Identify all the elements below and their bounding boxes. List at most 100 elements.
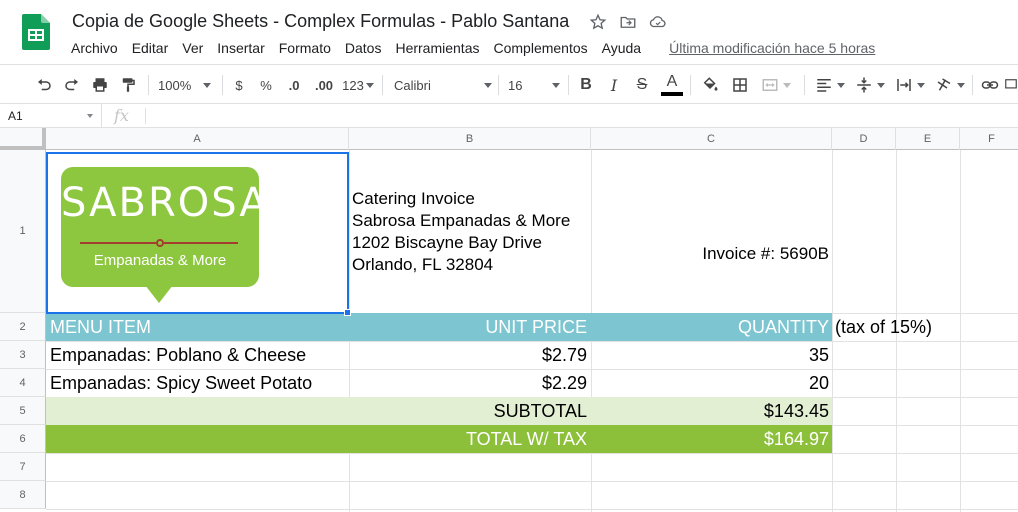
select-all-corner[interactable] (0, 128, 46, 150)
merge-cells-button[interactable] (756, 71, 796, 99)
decrease-decimal-button[interactable]: .0 (282, 71, 306, 99)
row-header-7[interactable]: 7 (0, 453, 46, 481)
increase-decimal-button[interactable]: .00 (310, 71, 338, 99)
formula-bar-separator (145, 108, 146, 124)
zoom-select[interactable]: 100% (158, 71, 216, 99)
row-header-4[interactable]: 4 (0, 369, 46, 397)
row-header-1[interactable]: 1 (0, 150, 46, 313)
total-value[interactable]: $164.97 (591, 425, 829, 453)
strikethrough-button[interactable]: S (632, 71, 652, 99)
column-header-f[interactable]: F (960, 128, 1018, 150)
header-menu-item[interactable]: MENU ITEM (50, 313, 340, 341)
row-header-2[interactable]: 2 (0, 313, 46, 341)
cell-reference: A1 (8, 109, 23, 123)
logo-tagline: Empanadas & More (93, 252, 227, 269)
print-icon (93, 78, 107, 92)
formula-input[interactable] (152, 104, 1012, 128)
print-button[interactable] (88, 71, 112, 99)
more-formats-label: 123 (342, 77, 364, 93)
chevron-down-icon (877, 82, 885, 88)
logo-divider (164, 242, 238, 244)
font-size-select[interactable]: 16 (508, 71, 560, 99)
undo-button[interactable] (32, 71, 56, 99)
gridline (46, 509, 1018, 510)
header-quantity[interactable]: QUANTITY (591, 313, 829, 341)
tax-note-cell[interactable]: (tax of 15%) (835, 313, 995, 341)
price-cell[interactable]: $2.79 (349, 341, 587, 369)
italic-button[interactable]: I (604, 71, 624, 99)
menu-herramientas[interactable]: Herramientas (388, 38, 486, 58)
item-cell[interactable]: Empanadas: Spicy Sweet Potato (50, 369, 345, 397)
document-title[interactable]: Copia de Google Sheets - Complex Formula… (72, 11, 569, 32)
vertical-align-icon (857, 77, 871, 93)
text-rotation-button[interactable] (932, 71, 968, 99)
gridline (46, 453, 1018, 454)
city-line: Orlando, FL 32804 (352, 255, 494, 274)
row-header-8[interactable]: 8 (0, 481, 46, 509)
text-wrapping-button[interactable] (892, 71, 928, 99)
menu-formato[interactable]: Formato (272, 38, 338, 58)
subtotal-label[interactable]: SUBTOTAL (349, 397, 587, 425)
invoice-number-cell[interactable]: Invoice #: 5690B (591, 243, 829, 265)
insert-link-button[interactable] (978, 71, 1002, 99)
italic-label: I (610, 75, 618, 95)
horizontal-align-button[interactable] (812, 71, 848, 99)
invoice-header-cell[interactable]: Catering Invoice Sabrosa Empanadas & Mor… (352, 188, 570, 276)
fill-color-button[interactable] (698, 71, 722, 99)
price-cell[interactable]: $2.29 (349, 369, 587, 397)
formula-bar: A1 fx (0, 104, 1018, 128)
text-wrapping-icon (897, 79, 911, 91)
star-icon[interactable] (588, 12, 608, 32)
decrease-decimal-label: .0 (288, 77, 300, 93)
currency-format-button[interactable]: $ (230, 71, 248, 99)
name-box[interactable]: A1 (0, 104, 102, 128)
menu-archivo[interactable]: Archivo (64, 38, 125, 58)
subtotal-value[interactable]: $143.45 (591, 397, 829, 425)
last-edit-link[interactable]: Última modificación hace 5 horas (662, 38, 882, 58)
redo-button[interactable] (60, 71, 84, 99)
total-label[interactable]: TOTAL W/ TAX (349, 425, 587, 453)
paint-format-button[interactable] (116, 71, 140, 99)
item-cell[interactable]: Empanadas: Poblano & Cheese (50, 341, 345, 369)
percent-format-button[interactable]: % (256, 71, 276, 99)
row-header-3[interactable]: 3 (0, 341, 46, 369)
fill-color-icon (703, 77, 718, 91)
column-header-e[interactable]: E (896, 128, 960, 150)
toolbar-separator (498, 75, 499, 95)
text-rotation-icon (937, 78, 951, 91)
row-header-5[interactable]: 5 (0, 397, 46, 425)
column-header-d[interactable]: D (832, 128, 896, 150)
text-color-button[interactable]: A (660, 71, 684, 99)
cloud-status-icon[interactable] (648, 12, 668, 32)
move-to-folder-icon[interactable] (618, 12, 638, 32)
font-family-select[interactable]: Calibri (394, 71, 492, 99)
logo-wordmark: SABROSA (61, 180, 269, 226)
quantity-cell[interactable]: 35 (591, 341, 829, 369)
column-header-a[interactable]: A (46, 128, 349, 150)
fx-icon: fx (114, 106, 129, 125)
insert-comment-button[interactable] (1004, 71, 1018, 99)
column-header-c[interactable]: C (591, 128, 832, 150)
sheets-logo-icon[interactable] (22, 14, 50, 50)
menu-editar[interactable]: Editar (125, 38, 176, 58)
bold-button[interactable]: B (576, 71, 596, 99)
menu-datos[interactable]: Datos (338, 38, 389, 58)
vertical-align-button[interactable] (852, 71, 888, 99)
fill-handle[interactable] (344, 309, 351, 316)
undo-icon (38, 79, 51, 91)
row-header-6[interactable]: 6 (0, 425, 46, 453)
quantity-cell[interactable]: 20 (591, 369, 829, 397)
menu-insertar[interactable]: Insertar (210, 38, 271, 58)
borders-button[interactable] (728, 71, 752, 99)
chevron-down-icon (552, 82, 560, 88)
more-formats-button[interactable]: 123 (340, 71, 376, 99)
borders-icon (733, 78, 747, 92)
header-unit-price[interactable]: UNIT PRICE (349, 313, 587, 341)
menu-complementos[interactable]: Complementos (486, 38, 594, 58)
menu-ayuda[interactable]: Ayuda (595, 38, 648, 58)
logo-divider-dot (156, 239, 164, 247)
column-header-b[interactable]: B (349, 128, 591, 150)
toolbar-separator (690, 75, 691, 95)
menu-ver[interactable]: Ver (175, 38, 210, 58)
merge-cells-icon (762, 79, 778, 91)
